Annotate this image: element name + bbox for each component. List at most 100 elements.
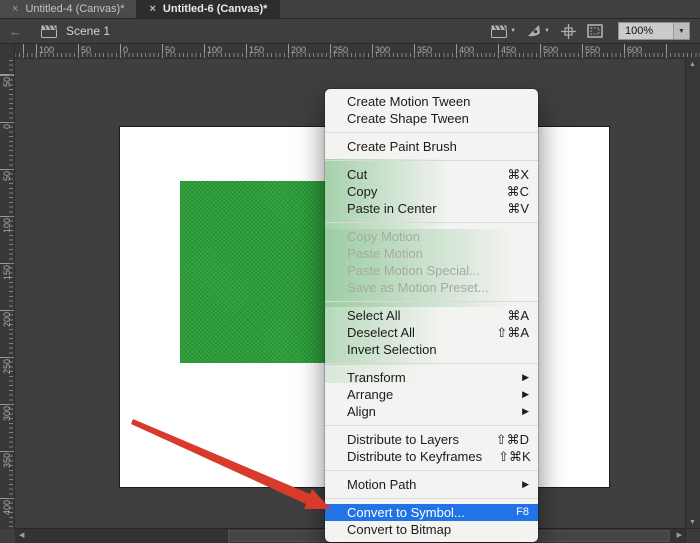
context-menu: Create Motion TweenCreate Shape Tween Cre… [325,89,538,542]
ruler-tick-label: 350 [417,45,432,55]
scroll-down-icon[interactable]: ▼ [686,519,699,526]
scene-clapperboard-icon [41,25,58,38]
menu-item-distribute-to-keyframes[interactable]: Distribute to Keyframes ⇧⌘K [325,448,538,465]
document-tab-bar: ×Untitled-4 (Canvas)*×Untitled-6 (Canvas… [0,0,700,19]
menu-item-shortcut: ⌘V [507,200,529,217]
menu-item-create-motion-tween[interactable]: Create Motion Tween [325,93,538,110]
crosshair-icon [561,24,576,39]
menu-item-label: Align [347,403,506,420]
back-arrow-icon[interactable]: ← [9,25,22,38]
menu-item-label: Create Motion Tween [347,93,529,110]
menu-separator [325,425,538,426]
menu-item-cut[interactable]: Cut⌘X [325,166,538,183]
menu-item-paste-in-center[interactable]: Paste in Center ⌘V [325,200,538,217]
menu-separator [325,222,538,223]
menu-item-label: Create Paint Brush [347,138,529,155]
menu-item-convert-to-bitmap[interactable]: Convert to Bitmap [325,521,538,538]
ruler-tick-label: 300 [1,406,13,421]
breadcrumb-scene-label[interactable]: Scene 1 [66,24,110,38]
menu-item-shortcut: ⌘C [507,183,529,200]
close-icon[interactable]: × [149,4,155,15]
menu-item-label: Distribute to Keyframes [347,448,482,465]
menu-item-label: Copy Motion [347,228,529,245]
edit-scene-button[interactable]: ▼ [491,25,516,38]
menu-item-arrange[interactable]: Arrange ▶ [325,386,538,403]
close-icon[interactable]: × [12,4,18,15]
ruler-tick-label: 150 [1,265,13,280]
menu-separator [325,160,538,161]
menu-item-shortcut: ⇧⌘D [496,431,529,448]
horizontal-ruler: 1005005010015020025030035040045050055060… [15,44,700,59]
scroll-up-icon[interactable]: ▲ [686,61,699,68]
menu-item-copy[interactable]: Copy⌘C [325,183,538,200]
menu-item-label: Convert to Symbol... [347,504,500,521]
menu-item-label: Convert to Bitmap [347,521,529,538]
menu-item-label: Deselect All [347,324,480,341]
menu-item-label: Arrange [347,386,506,403]
scroll-right-icon[interactable]: ▶ [677,529,682,542]
ruler-tick-label: 250 [1,359,13,374]
ruler-corner [0,44,15,59]
menu-item-convert-to-symbol[interactable]: Convert to Symbol... F8 [325,504,538,521]
menu-item-transform[interactable]: Transform ▶ [325,369,538,386]
menu-item-label: Paste Motion Special... [347,262,529,279]
menu-item-select-all[interactable]: Select All⌘A [325,307,538,324]
ruler-tick-label: 0 [123,45,128,55]
selected-green-rectangle[interactable] [180,181,330,363]
submenu-arrow-icon: ▶ [522,476,529,493]
ruler-tick-label: 200 [1,312,13,327]
menu-item-copy-motion: Copy Motion [325,228,538,245]
edit-symbols-button[interactable]: ▼ [527,24,550,38]
vertical-scrollbar[interactable]: ▲ ▼ [685,58,700,529]
menu-item-shortcut: F8 [516,504,529,521]
submenu-arrow-icon: ▶ [522,403,529,420]
ruler-tick-label: 50 [1,171,13,181]
menu-item-label: Invert Selection [347,341,529,358]
menu-item-align[interactable]: Align ▶ [325,403,538,420]
submenu-arrow-icon: ▶ [522,386,529,403]
submenu-arrow-icon: ▶ [522,369,529,386]
animate-window: ×Untitled-4 (Canvas)*×Untitled-6 (Canvas… [0,0,700,543]
menu-item-shortcut: ⇧⌘K [498,448,531,465]
document-tab-untitled-4-canvas[interactable]: ×Untitled-4 (Canvas)* [0,0,137,18]
ruler-tick-label: 100 [39,45,54,55]
menu-item-save-as-motion-preset: Save as Motion Preset... [325,279,538,296]
menu-item-label: Save as Motion Preset... [347,279,529,296]
menu-item-label: Paste Motion [347,245,529,262]
menu-item-distribute-to-layers[interactable]: Distribute to Layers ⇧⌘D [325,431,538,448]
menu-item-motion-path[interactable]: Motion Path ▶ [325,476,538,493]
menu-item-label: Motion Path [347,476,506,493]
clip-content-button[interactable] [587,24,603,38]
chevron-down-icon: ▼ [544,28,550,34]
menu-item-create-paint-brush[interactable]: Create Paint Brush [325,138,538,155]
ruler-tick-label: 50 [165,45,175,55]
menu-item-create-shape-tween[interactable]: Create Shape Tween [325,110,538,127]
menu-item-label: Create Shape Tween [347,110,529,127]
ruler-tick-label: 150 [249,45,264,55]
ruler-tick-label: 400 [1,500,13,515]
edit-scene-icon [491,25,508,38]
scroll-left-icon[interactable]: ◀ [19,529,24,542]
menu-item-label: Transform [347,369,506,386]
zoom-dropdown-button[interactable]: ▼ [673,23,689,39]
menu-item-deselect-all[interactable]: Deselect All⇧⌘A [325,324,538,341]
menu-separator [325,132,538,133]
zoom-select[interactable]: 100% ▼ [618,22,690,40]
document-tab-untitled-6-canvas[interactable]: × Untitled-6 (Canvas)* [137,0,280,18]
menu-item-label: Paste in Center [347,200,491,217]
ruler-tick-label: 300 [375,45,390,55]
edit-bar: ← Scene 1 ▼ [0,19,700,44]
ruler-tick-label: 250 [333,45,348,55]
edit-symbols-icon [527,24,542,38]
menu-item-label: Distribute to Layers [347,431,480,448]
center-stage-button[interactable] [561,24,576,39]
menu-separator [325,363,538,364]
clip-frame-icon [587,24,603,38]
menu-separator [325,301,538,302]
tab-label: Untitled-6 (Canvas)* [163,3,268,15]
chevron-down-icon: ▼ [678,28,685,35]
ruler-tick-label: 200 [291,45,306,55]
menu-item-invert-selection[interactable]: Invert Selection [325,341,538,358]
menu-item-paste-motion-special: Paste Motion Special... [325,262,538,279]
ruler-tick-label: 100 [207,45,222,55]
